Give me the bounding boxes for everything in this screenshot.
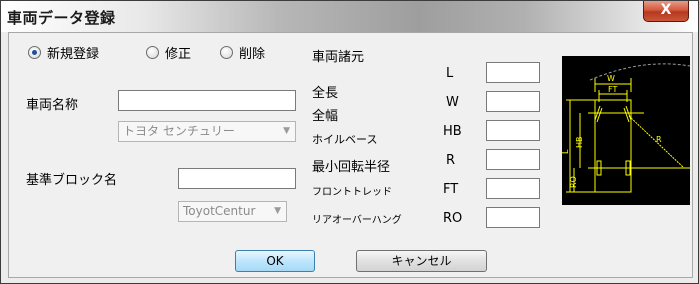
vehicle-name-label: 車両名称 <box>26 98 79 113</box>
close-button[interactable]: X <box>643 1 689 22</box>
base-block-select[interactable]: ToyotCentur ▼ <box>178 201 287 222</box>
diagram-label-ft: FT <box>608 85 617 94</box>
radio-modify[interactable]: 修正 <box>146 43 191 62</box>
chevron-down-icon: ▼ <box>283 126 290 136</box>
spec-input-width[interactable] <box>486 91 540 112</box>
radio-indicator <box>146 46 159 59</box>
spec-input-front-tread[interactable] <box>486 178 540 199</box>
spec-input-rear-overhang[interactable] <box>486 207 540 228</box>
vehicle-preset-value: トヨタ センチュリー <box>123 124 235 138</box>
spec-input-length[interactable] <box>486 62 540 83</box>
radio-indicator <box>28 46 41 59</box>
diagram-label-l: L <box>562 149 570 154</box>
spec-code-min-radius: R <box>446 153 456 168</box>
radio-indicator <box>220 46 233 59</box>
vehicle-diagram-svg: W FT R L HB RO <box>561 63 691 193</box>
spec-code-wheelbase: HB <box>443 124 462 139</box>
spec-name-width: 全幅 <box>312 109 339 124</box>
diagram-label-hb: HB <box>575 136 584 148</box>
base-block-input[interactable] <box>178 168 296 189</box>
ok-button[interactable]: OK <box>235 250 315 272</box>
radio-label-modify: 修正 <box>165 47 192 62</box>
spec-name-length: 全長 <box>312 86 339 101</box>
spec-name-min-radius: 最小回転半径 <box>312 160 391 175</box>
radio-label-new: 新規登録 <box>47 47 100 62</box>
cancel-button[interactable]: キャンセル <box>356 250 487 272</box>
spec-code-length: L <box>446 66 454 81</box>
dialog-body: 新規登録 修正 削除 車両名称 トヨタ センチュリー ▼ 基準ブロック名 Toy… <box>8 32 693 278</box>
vehicle-name-input[interactable] <box>118 90 296 111</box>
specs-section-title: 車両諸元 <box>312 50 365 65</box>
base-block-select-value: ToyotCentur <box>183 204 256 218</box>
window-title: 車両データ登録 <box>7 9 116 27</box>
vehicle-dimension-diagram: W FT R L HB RO <box>561 56 691 205</box>
spec-input-wheelbase[interactable] <box>486 120 540 141</box>
spec-name-wheelbase: ホイルベース <box>312 133 378 146</box>
diagram-label-r: R <box>656 135 662 144</box>
spec-code-rear-overhang: RO <box>443 211 463 226</box>
chevron-down-icon: ▼ <box>274 206 281 216</box>
radio-new-registration[interactable]: 新規登録 <box>28 43 99 62</box>
title-bar[interactable]: 車両データ登録 X <box>1 1 698 32</box>
dialog-window: 車両データ登録 X 新規登録 修正 削除 車両名称 トヨタ センチュリー ▼ 基… <box>0 0 699 284</box>
spec-code-width: W <box>446 95 459 110</box>
spec-name-rear-overhang: リアオーバーハング <box>312 215 402 226</box>
base-block-label: 基準ブロック名 <box>26 173 118 188</box>
radio-label-delete: 削除 <box>239 47 266 62</box>
radio-delete[interactable]: 削除 <box>220 43 265 62</box>
vehicle-preset-select[interactable]: トヨタ センチュリー ▼ <box>118 121 296 142</box>
spec-input-min-radius[interactable] <box>486 149 540 170</box>
diagram-label-ro: RO <box>569 176 578 188</box>
diagram-label-w: W <box>607 74 615 83</box>
spec-code-front-tread: FT <box>443 182 459 197</box>
spec-name-front-tread: フロントトレッド <box>312 187 392 198</box>
